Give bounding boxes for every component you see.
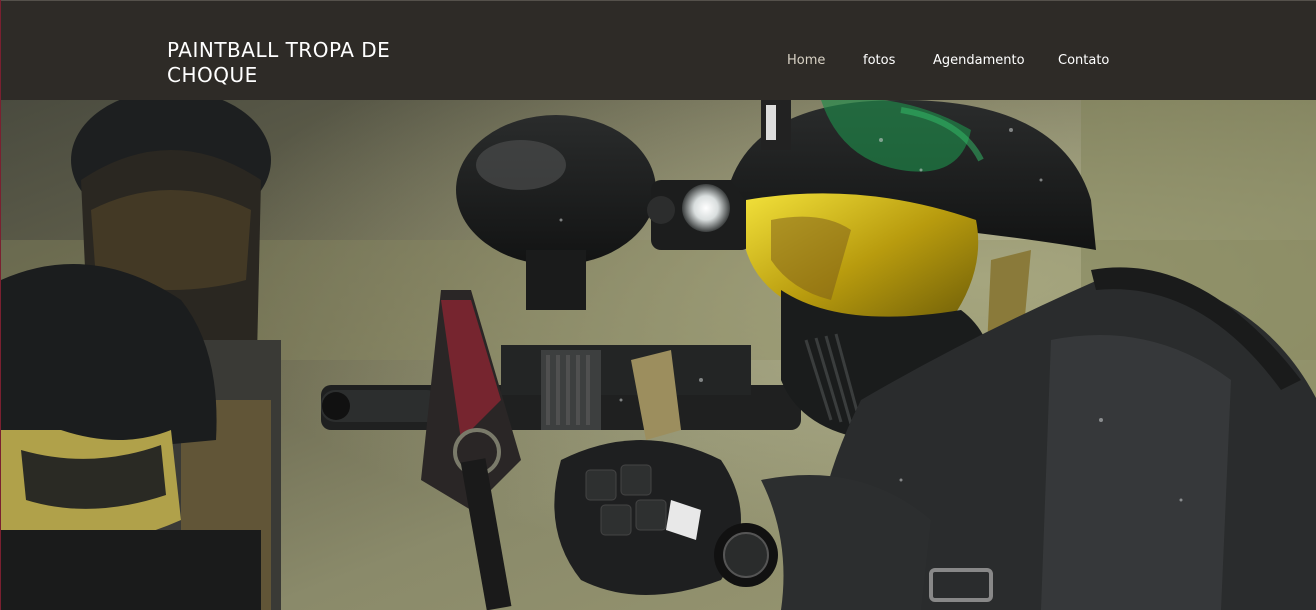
paintball-players-photo: [1, 100, 1316, 610]
site-header: PAINTBALL TROPA DE CHOQUE Home fotos Age…: [1, 0, 1316, 100]
page: PAINTBALL TROPA DE CHOQUE Home fotos Age…: [0, 0, 1316, 610]
hero-image: [1, 100, 1316, 610]
nav-item-agendamento[interactable]: Agendamento: [933, 53, 1025, 68]
nav-item-home[interactable]: Home: [787, 53, 825, 68]
nav-item-contato[interactable]: Contato: [1058, 53, 1109, 68]
site-title-link[interactable]: PAINTBALL TROPA DE CHOQUE: [167, 38, 467, 88]
nav-item-fotos[interactable]: fotos: [863, 53, 895, 68]
